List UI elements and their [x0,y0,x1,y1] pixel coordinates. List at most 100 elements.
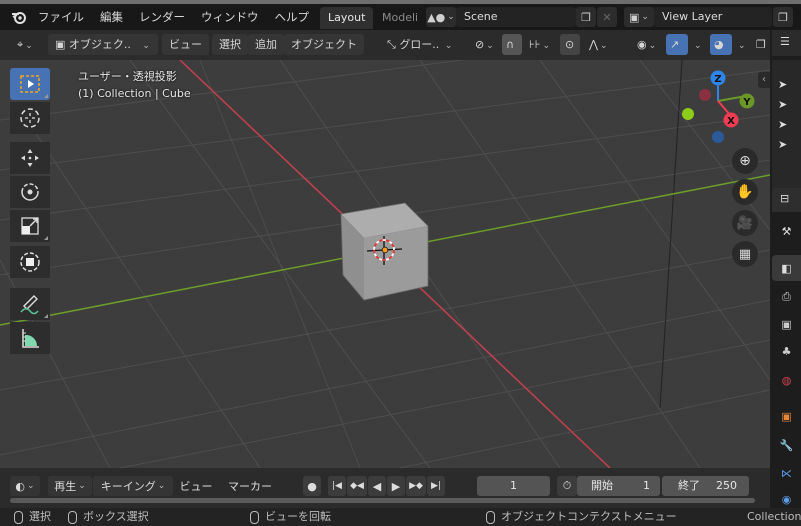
view-layer-selector-button[interactable]: ▣ ⌄ [624,7,654,27]
mouse-right-icon [486,510,495,524]
ortho-toggle-button[interactable]: ▦ [732,241,758,267]
select-box-icon [20,75,40,93]
snap-element-button[interactable]: ⊦⊦ ⌄ [522,34,557,55]
3d-viewport[interactable]: Z Y X ユーザー・透視投影 (1) Collection | Cube ⊕ … [0,60,770,468]
gizmo-toggle[interactable]: ↗ [666,34,688,55]
use-preview-range-button[interactable]: ⏱ [557,476,577,496]
chevron-left-icon: ‹ [762,74,766,85]
prop-tab-view-layer[interactable]: ▣ [772,311,801,337]
tool-expand-corner [44,314,48,318]
prop-tab-tool[interactable]: ⚒ [772,218,801,244]
record-button[interactable]: ● [303,476,321,496]
prop-tab-object[interactable]: ▣ [772,403,801,429]
menu-object[interactable]: オブジェクト [284,34,364,55]
scene-selector-button[interactable]: ▲● ⌄ [426,7,456,27]
falloff-button[interactable]: ⋀ ⌄ [582,34,615,55]
copy-icon: ❐ [778,10,788,24]
scene-name-field[interactable]: Scene [456,7,576,27]
sidebar-toggle[interactable]: ‹ [758,72,770,88]
tab-modeling[interactable]: Modelir [374,7,418,29]
new-view-layer-button[interactable]: ❐ [773,7,793,27]
tool-select-box[interactable] [10,68,50,100]
status-bar: 選択 ボックス選択 ビューを回転 オブジェクトコンテクストメニュー Collec… [0,508,801,526]
current-frame-field[interactable]: 1 [477,476,550,496]
chevron-down-icon: ⌄ [447,12,455,22]
start-frame-field[interactable]: 開始 1 [577,476,660,496]
timeline-editor-type[interactable]: ◐ ⌄ [10,476,40,496]
menu-playback[interactable]: 再生 ⌄ [48,476,92,496]
prop-tab-particles[interactable]: ⋉ [772,460,801,486]
outliner-row[interactable]: ➤ [778,78,801,96]
menu-window[interactable]: ウィンドウ [193,4,267,30]
overlay-toggle[interactable]: ◕ [710,34,732,55]
start-label: 開始 [591,479,613,492]
outliner-row[interactable]: ➤ [778,118,801,136]
prev-keyframe-icon: ◆◀ [350,481,364,491]
menu-timeline-view[interactable]: ビュー [176,476,216,496]
end-frame-field[interactable]: 終了 250 [662,476,749,496]
tool-rotate[interactable] [10,176,50,208]
timeline-scrollbar[interactable] [10,498,755,503]
camera-view-button[interactable]: 🎥 [732,210,758,236]
menu-render[interactable]: レンダー [131,4,193,30]
zoom-button[interactable]: ⊕ [732,148,758,174]
view-layer-icon: ▣ [781,317,792,331]
keying-label: キーイング [100,480,156,493]
gizmo-icon: ↗ [670,38,680,51]
tool-measure[interactable] [10,322,50,354]
pivot-point-button[interactable]: ⊘ ⌄ [468,34,501,55]
outliner-row[interactable]: ➤ [778,98,801,116]
status-rotate-view-label: ビューを回転 [265,510,331,523]
transform-orientation-selector[interactable]: ⤡ グロー.. ⌄ [380,34,464,55]
prev-keyframe-button[interactable]: ◆◀ [347,476,367,496]
menu-keying[interactable]: キーイング ⌄ [93,476,173,496]
snap-toggle[interactable]: ∩ [502,34,522,55]
properties-header: ⊟ [772,188,801,212]
menu-add[interactable]: 追加 [248,34,284,55]
prop-tab-modifier[interactable]: 🔧 [772,432,801,458]
chevron-down-icon: ⌄ [641,12,649,22]
editor-type-button[interactable]: ⌖ ⌄ [10,34,40,55]
prop-tab-output[interactable]: ⎙ [772,284,801,310]
menu-marker[interactable]: マーカー [224,476,276,496]
next-keyframe-button[interactable]: ▶◆ [406,476,426,496]
tool-cursor[interactable] [10,102,50,134]
delete-scene-button[interactable]: ✕ [597,7,617,27]
menu-help[interactable]: ヘルプ [267,4,318,30]
outliner-row[interactable]: ➤ [778,138,801,156]
grid-ortho-icon: ▦ [738,246,752,262]
tool-annotate[interactable] [10,288,50,320]
gizmo-dropdown[interactable]: ⌄ [688,34,706,55]
toggle-icon[interactable]: ⊟ [780,192,789,205]
outliner-icon: ☰ [780,35,790,48]
visibility-button[interactable]: ◉ ⌄ [630,34,663,55]
tool-move[interactable] [10,142,50,174]
play-reverse-button[interactable]: ◀ [368,476,386,496]
transform-orientation-label: グロー.. [399,38,440,51]
menu-file[interactable]: ファイル [30,4,92,30]
tool-scale[interactable] [10,210,50,242]
view-layer-name-field[interactable]: View Layer [654,7,772,27]
chevron-down-icon: ⌄ [444,41,453,51]
prop-tab-render[interactable]: ◧ [772,255,801,281]
overlay-dropdown[interactable]: ⌄ [732,34,750,55]
chevron-down-icon: ⌄ [648,41,657,51]
menu-edit[interactable]: 編集 [92,4,131,30]
cursor-icon [20,108,40,128]
proportional-edit-toggle[interactable]: ⊙ [560,34,580,55]
tab-layout[interactable]: Layout [320,7,374,29]
jump-end-button[interactable]: ▶| [427,476,445,496]
mode-selector[interactable]: ▣ オブジェク.. ⌄ [48,34,158,55]
xray-toggle[interactable]: ❐ [752,34,770,55]
menu-select[interactable]: 選択 [212,34,248,55]
tool-transform[interactable] [10,246,50,278]
play-button[interactable]: ▶ [387,476,405,496]
new-scene-button[interactable]: ❐ [576,7,596,27]
prop-tab-world[interactable]: ◍ [772,367,801,393]
camera-icon: 🎥 [736,215,754,231]
menu-view[interactable]: ビュー [162,34,209,55]
prop-tab-scene[interactable]: ♣ [772,338,801,364]
blender-logo-icon[interactable] [8,6,30,28]
jump-start-button[interactable]: |◀ [328,476,346,496]
pan-button[interactable]: ✋ [732,179,758,205]
